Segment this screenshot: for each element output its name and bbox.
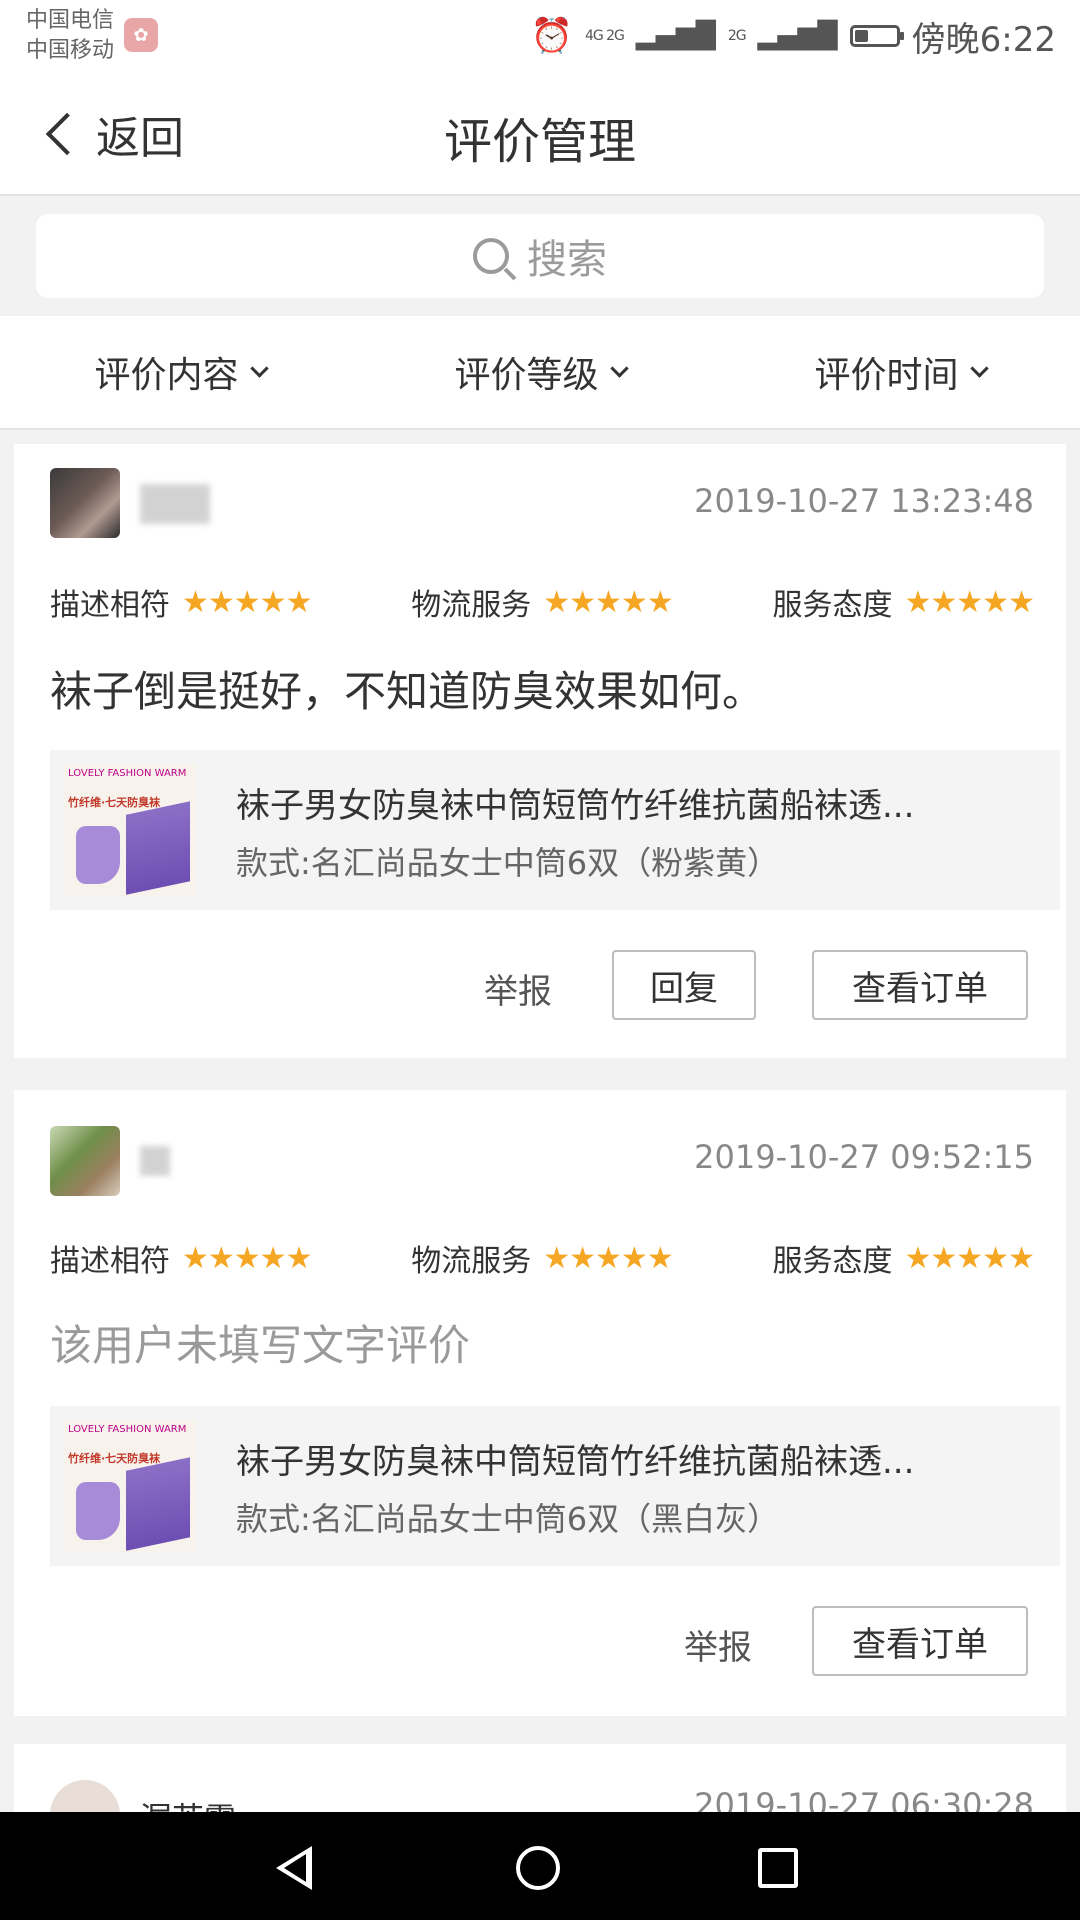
ratings-row: 描述相符 ★★★★★ 物流服务 ★★★★★ 服务态度 ★★★★★ — [50, 1236, 1035, 1280]
filter-level-label: 评价等级 — [454, 355, 599, 396]
system-navigation-bar — [0, 1812, 1080, 1920]
page-title: 评价管理 — [443, 114, 636, 170]
star-icons: ★★★★★ — [182, 1240, 312, 1276]
clock-time: 傍晚6:22 — [911, 19, 1056, 60]
username: 漏茁霞 — [140, 1794, 236, 1812]
filter-content[interactable]: 评价内容 — [0, 316, 360, 428]
thumb-tagline: LOVELY FASHION WARM — [68, 768, 187, 779]
nav-recent-apps-icon[interactable] — [758, 1848, 798, 1888]
filter-bar: 评价内容 评价等级 评价时间 — [0, 316, 1080, 430]
review-comment: 袜子倒是挺好，不知道防臭效果如何。 — [50, 667, 765, 716]
carrier-1: 中国电信 — [26, 8, 115, 33]
alarm-icon: ⏰ — [530, 16, 573, 56]
status-bar: 中国电信 中国移动 ✿ ⏰ 4G 2G ▂▄▆█ 2G ▂▄▆█ 傍晚6:22 — [0, 0, 1080, 76]
view-order-button[interactable]: 查看订单 — [812, 950, 1028, 1020]
star-icons: ★★★★★ — [182, 584, 312, 620]
review-time: 2019-10-27 13:23:48 — [694, 482, 1034, 520]
rating-service: 服务态度 ★★★★★ — [772, 580, 1035, 624]
rating-label: 物流服务 — [411, 1244, 532, 1279]
sock-box-image — [126, 1457, 190, 1551]
review-comment: 该用户未填写文字评价 — [50, 1321, 471, 1370]
navigation-bar: 返回 评价管理 — [0, 76, 1080, 196]
signal-icon-2: ▂▄▆█ — [757, 21, 838, 51]
report-link[interactable]: 举报 — [484, 964, 552, 1013]
status-icons: ⏰ 4G 2G ▂▄▆█ 2G ▂▄▆█ 傍晚6:22 — [530, 14, 1056, 60]
rating-label: 物流服务 — [411, 588, 532, 623]
report-link[interactable]: 举报 — [684, 1620, 752, 1669]
rating-service: 服务态度 ★★★★★ — [772, 1236, 1035, 1280]
rating-label: 服务态度 — [772, 588, 893, 623]
star-icons: ★★★★★ — [904, 584, 1035, 620]
rating-description: 描述相符 ★★★★★ — [50, 1236, 312, 1280]
rating-label: 服务态度 — [772, 1244, 893, 1279]
review-card: 漏茁霞 2019-10-27 06:30:28 — [14, 1744, 1066, 1812]
review-time: 2019-10-27 09:52:15 — [694, 1138, 1034, 1176]
filter-content-label: 评价内容 — [94, 355, 239, 396]
product-thumbnail: LOVELY FASHION WARM 竹纤维·七天防臭袜 — [64, 1420, 196, 1552]
carrier-info: 中国电信 中国移动 — [26, 6, 114, 66]
chevron-down-icon — [969, 358, 989, 378]
product-name: 袜子男女防臭袜中筒短筒竹纤维抗菌船袜透... — [236, 786, 915, 826]
search-icon — [473, 238, 509, 274]
nav-home-icon[interactable] — [516, 1846, 560, 1890]
carrier-2: 中国移动 — [26, 38, 115, 63]
network-type-label: 4G 2G — [584, 28, 625, 44]
review-card: 2019-10-27 13:23:48 描述相符 ★★★★★ 物流服务 ★★★★… — [14, 444, 1066, 1058]
view-order-button[interactable]: 查看订单 — [812, 1606, 1028, 1676]
search-input[interactable]: 搜索 — [36, 214, 1044, 298]
chevron-down-icon — [249, 358, 269, 378]
review-time: 2019-10-27 06:30:28 — [694, 1786, 1034, 1812]
search-placeholder: 搜索 — [527, 237, 607, 283]
star-icons: ★★★★★ — [904, 1240, 1035, 1276]
product-style: 款式:名汇尚品女士中筒6双（粉紫黄） — [236, 844, 780, 882]
battery-icon — [849, 25, 904, 47]
sock-image — [76, 1482, 120, 1540]
nav-back-icon-inner — [284, 1854, 306, 1882]
avatar[interactable] — [50, 1126, 120, 1196]
avatar[interactable] — [50, 1780, 120, 1812]
filter-time[interactable]: 评价时间 — [720, 316, 1080, 428]
product-name: 袜子男女防臭袜中筒短筒竹纤维抗菌船袜透... — [236, 1442, 915, 1482]
star-icons: ★★★★★ — [543, 1240, 673, 1276]
rating-label: 描述相符 — [50, 1244, 170, 1279]
reply-button[interactable]: 回复 — [612, 950, 756, 1020]
rating-logistics: 物流服务 ★★★★★ — [411, 1236, 673, 1280]
rating-logistics: 物流服务 ★★★★★ — [411, 580, 673, 624]
thumb-tagline: LOVELY FASHION WARM — [68, 1424, 187, 1435]
app-notification-icon: ✿ — [124, 18, 158, 52]
filter-level[interactable]: 评价等级 — [360, 316, 720, 428]
search-area: 搜索 — [0, 196, 1080, 314]
review-card: 2019-10-27 09:52:15 描述相符 ★★★★★ 物流服务 ★★★★… — [14, 1090, 1066, 1716]
sock-image — [76, 826, 120, 884]
sock-box-image — [126, 801, 190, 895]
filter-time-label: 评价时间 — [814, 355, 959, 396]
product-style: 款式:名汇尚品女士中筒6双（黑白灰） — [236, 1500, 780, 1538]
product-card[interactable]: LOVELY FASHION WARM 竹纤维·七天防臭袜 袜子男女防臭袜中筒短… — [50, 750, 1060, 910]
rating-description: 描述相符 ★★★★★ — [50, 580, 312, 624]
thumb-title: 竹纤维·七天防臭袜 — [68, 1452, 161, 1465]
avatar[interactable] — [50, 468, 120, 538]
rating-label: 描述相符 — [50, 588, 170, 623]
product-thumbnail: LOVELY FASHION WARM 竹纤维·七天防臭袜 — [64, 764, 196, 896]
product-card[interactable]: LOVELY FASHION WARM 竹纤维·七天防臭袜 袜子男女防臭袜中筒短… — [50, 1406, 1060, 1566]
chevron-down-icon — [609, 358, 629, 378]
star-icons: ★★★★★ — [543, 584, 673, 620]
network-type-label-2: 2G — [727, 28, 747, 44]
signal-icon: ▂▄▆█ — [635, 21, 716, 51]
username — [140, 1146, 170, 1176]
username — [140, 484, 210, 524]
ratings-row: 描述相符 ★★★★★ 物流服务 ★★★★★ 服务态度 ★★★★★ — [50, 580, 1035, 624]
thumb-title: 竹纤维·七天防臭袜 — [68, 796, 161, 809]
